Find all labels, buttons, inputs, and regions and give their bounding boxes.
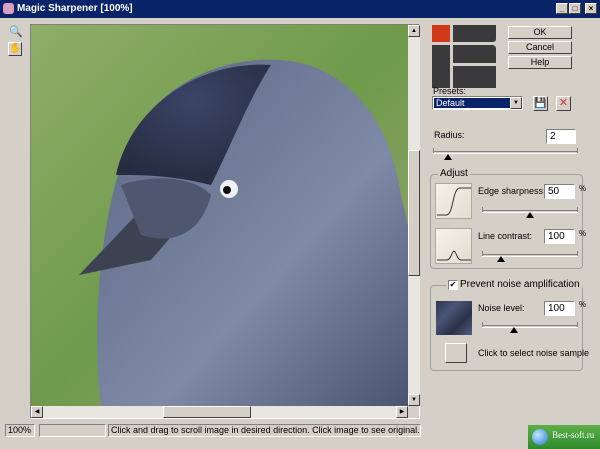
noise-sample-hint: Click to select noise sample [478, 348, 590, 358]
save-icon[interactable]: 💾 [533, 96, 548, 111]
status-zoom: 100% [5, 424, 35, 437]
presets-label: Presets: [433, 86, 467, 96]
app-logo [432, 25, 496, 88]
adjust-title: Adjust [438, 168, 470, 179]
globe-icon [532, 429, 548, 445]
radius-slider[interactable] [433, 148, 578, 154]
vertical-scroll-thumb[interactable] [408, 150, 420, 276]
delete-icon[interactable]: ✕ [556, 96, 571, 111]
presets-selected: Default [434, 98, 510, 108]
noise-level-slider[interactable] [482, 322, 578, 328]
window-title: Magic Sharpener [100%] [17, 3, 133, 14]
scroll-left-button[interactable]: ◀ [31, 406, 43, 418]
scroll-up-button[interactable]: ▲ [408, 25, 420, 37]
preview-image[interactable] [31, 25, 408, 406]
noise-level-thumb[interactable] [510, 327, 518, 333]
line-percent: % [579, 229, 587, 238]
noise-checkbox[interactable]: ✔ [448, 280, 458, 290]
line-curve-icon [435, 228, 472, 264]
edge-sharpness-label: Edge sharpness: [478, 186, 546, 196]
radius-input[interactable]: 2 [546, 129, 576, 144]
edge-curve-icon [435, 183, 472, 219]
app-icon [3, 3, 14, 14]
status-message: Click and drag to scroll image in desire… [108, 424, 421, 437]
vertical-scrollbar[interactable]: ▲ ▼ [408, 25, 420, 406]
zoom-icon[interactable]: 🔍 [9, 26, 23, 39]
edge-sharpness-thumb[interactable] [526, 212, 534, 218]
select-noise-sample-button[interactable] [445, 343, 467, 363]
scroll-right-button[interactable]: ▶ [396, 406, 408, 418]
edge-sharpness-input[interactable]: 50 [544, 184, 575, 199]
scroll-down-button[interactable]: ▼ [408, 394, 420, 406]
radius-label: Radius: [434, 130, 465, 140]
horizontal-scrollbar[interactable]: ◀ ▶ [31, 406, 408, 418]
radius-slider-thumb[interactable] [444, 154, 452, 160]
line-contrast-input[interactable]: 100 [544, 229, 575, 244]
image-viewport[interactable]: ▲ ▼ ◀ ▶ [30, 24, 420, 419]
chevron-down-icon[interactable]: ▼ [510, 97, 522, 109]
horizontal-scroll-thumb[interactable] [163, 406, 251, 418]
ok-button[interactable]: OK [508, 26, 572, 39]
line-contrast-label: Line contrast: [478, 231, 533, 241]
status-progress [39, 424, 106, 437]
noise-title: Prevent noise amplification [446, 279, 582, 290]
line-contrast-thumb[interactable] [497, 256, 505, 262]
noise-percent: % [579, 300, 587, 309]
title-bar: Magic Sharpener [100%] [0, 0, 600, 18]
presets-dropdown[interactable]: Default ▼ [432, 96, 523, 110]
noise-level-label: Noise level: [478, 303, 525, 313]
watermark: Best-soft.ru [528, 425, 600, 449]
close-button[interactable]: × [585, 3, 597, 14]
noise-level-input[interactable]: 100 [544, 301, 575, 316]
maximize-button[interactable]: □ [569, 3, 581, 14]
minimize-button[interactable]: _ [556, 3, 568, 14]
noise-sample-thumbnail [436, 301, 472, 335]
edge-percent: % [579, 184, 587, 193]
hand-icon[interactable]: ✋ [8, 42, 22, 56]
cancel-button[interactable]: Cancel [508, 41, 572, 54]
help-button[interactable]: Help [508, 56, 572, 69]
watermark-text: Best-soft.ru [552, 430, 595, 440]
